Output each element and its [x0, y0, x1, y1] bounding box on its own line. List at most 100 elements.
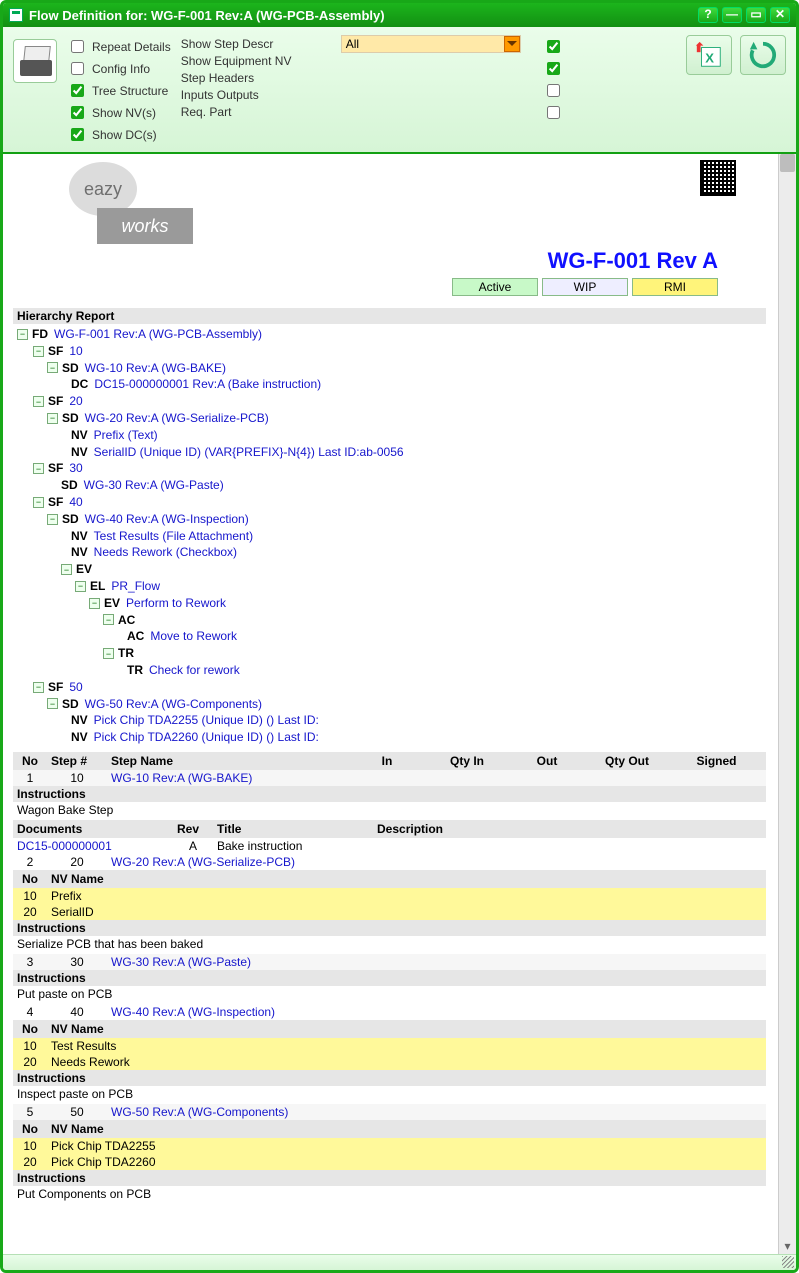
tree-link[interactable]: Pick Chip TDA2255 (Unique ID) () Last ID… — [94, 712, 319, 729]
minimize-button[interactable]: — — [722, 7, 742, 23]
tree-link[interactable]: WG-F-001 Rev:A (WG-PCB-Assembly) — [54, 326, 262, 343]
refresh-button[interactable] — [740, 35, 786, 75]
show-equipment-nv-checkbox[interactable] — [547, 62, 560, 75]
show-nvs-checkbox[interactable]: Show NV(s) — [67, 103, 171, 122]
tree-toggle[interactable]: − — [47, 413, 58, 424]
tree-link[interactable]: WG-30 Rev:A (WG-Paste) — [84, 477, 224, 494]
tree-link[interactable]: Move to Rework — [150, 628, 237, 645]
document-link[interactable]: DC15-000000001 — [17, 839, 112, 853]
tree-toggle[interactable]: − — [61, 564, 72, 575]
step-link[interactable]: WG-30 Rev:A (WG-Paste) — [111, 955, 251, 969]
nv-row: 10Prefix — [13, 888, 766, 904]
instructions-text: Inspect paste on PCB — [13, 1086, 766, 1104]
step-row: 550WG-50 Rev:A (WG-Components) — [13, 1104, 766, 1120]
logo: eazy works — [69, 162, 193, 244]
step-headers-checkbox[interactable] — [547, 84, 560, 97]
step-num: 40 — [47, 1005, 107, 1019]
instructions-header: Instructions — [13, 1070, 766, 1086]
inputs-outputs-label: Inputs Outputs — [181, 88, 331, 102]
step-link[interactable]: WG-40 Rev:A (WG-Inspection) — [111, 1005, 275, 1019]
tree-link[interactable]: WG-40 Rev:A (WG-Inspection) — [85, 511, 249, 528]
tree-link[interactable]: 20 — [69, 393, 82, 410]
scroll-thumb[interactable] — [780, 154, 795, 172]
nv-header: NoNV Name — [13, 870, 766, 888]
nv-row: 10Pick Chip TDA2255 — [13, 1138, 766, 1154]
scroll-down-icon[interactable]: ▾ — [779, 1238, 796, 1254]
step-no: 2 — [13, 855, 47, 869]
step-link[interactable]: WG-50 Rev:A (WG-Components) — [111, 1105, 288, 1119]
tree-link[interactable]: WG-10 Rev:A (WG-BAKE) — [85, 360, 226, 377]
options-column-1: Repeat Details Config Info Tree Structur… — [67, 35, 171, 144]
tree-toggle[interactable]: − — [47, 698, 58, 709]
tree-toggle[interactable]: − — [47, 362, 58, 373]
report-content: eazy works WG-F-001 Rev A Active WIP RMI… — [3, 154, 778, 1254]
tree-link[interactable]: Prefix (Text) — [94, 427, 158, 444]
tree-link[interactable]: Pick Chip TDA2260 (Unique ID) () Last ID… — [94, 729, 319, 746]
repeat-details-checkbox[interactable]: Repeat Details — [67, 37, 171, 56]
tree-structure-checkbox[interactable]: Tree Structure — [67, 81, 171, 100]
tree-toggle[interactable]: − — [89, 598, 100, 609]
steps-table-header: No Step # Step Name In Qty In Out Qty Ou… — [13, 752, 766, 770]
tree-toggle[interactable]: − — [33, 396, 44, 407]
vertical-scrollbar[interactable]: ▴ ▾ — [778, 154, 796, 1254]
tree-link[interactable]: 30 — [69, 460, 82, 477]
tree-toggle[interactable]: − — [33, 463, 44, 474]
restore-button[interactable]: ▭ — [746, 7, 766, 23]
step-row: 110WG-10 Rev:A (WG-BAKE) — [13, 770, 766, 786]
step-no: 5 — [13, 1105, 47, 1119]
help-button[interactable]: ? — [698, 7, 718, 23]
tree-link[interactable]: Perform to Rework — [126, 595, 226, 612]
tree-link[interactable]: WG-50 Rev:A (WG-Components) — [85, 696, 262, 713]
config-info-checkbox[interactable]: Config Info — [67, 59, 171, 78]
tree-link[interactable]: Needs Rework (Checkbox) — [94, 544, 237, 561]
qr-code-icon — [700, 160, 736, 196]
resize-grip[interactable] — [782, 1256, 794, 1268]
step-link[interactable]: WG-20 Rev:A (WG-Serialize-PCB) — [111, 855, 295, 869]
nv-header: NoNV Name — [13, 1120, 766, 1138]
step-link[interactable]: WG-10 Rev:A (WG-BAKE) — [111, 771, 252, 785]
app-icon — [9, 8, 23, 22]
inputs-outputs-checkbox[interactable] — [547, 106, 560, 119]
nv-row: 20Needs Rework — [13, 1054, 766, 1070]
tree-toggle[interactable]: − — [33, 346, 44, 357]
tree-link[interactable]: SerialID (Unique ID) (VAR{PREFIX}-N{4}) … — [94, 444, 404, 461]
tree-link[interactable]: DC15-000000001 Rev:A (Bake instruction) — [94, 376, 321, 393]
export-excel-button[interactable]: X — [686, 35, 732, 75]
tree-link[interactable]: PR_Flow — [111, 578, 160, 595]
show-equipment-nv-label: Show Equipment NV — [181, 54, 331, 68]
step-num: 30 — [47, 955, 107, 969]
tree-toggle[interactable]: − — [47, 514, 58, 525]
nv-row: 20Pick Chip TDA2260 — [13, 1154, 766, 1170]
req-part-filter-select[interactable]: All — [341, 35, 521, 53]
req-part-label: Req. Part — [181, 105, 331, 119]
tree-toggle[interactable]: − — [33, 682, 44, 693]
tree-link[interactable]: Check for rework — [149, 662, 240, 679]
nv-header: NoNV Name — [13, 1020, 766, 1038]
toolbar: Repeat Details Config Info Tree Structur… — [3, 27, 796, 154]
chevron-down-icon — [504, 36, 520, 52]
tree-toggle[interactable]: − — [33, 497, 44, 508]
tree-link[interactable]: 10 — [69, 343, 82, 360]
tree-link[interactable]: Test Results (File Attachment) — [94, 528, 253, 545]
tree-toggle[interactable]: − — [75, 581, 86, 592]
step-row: 330WG-30 Rev:A (WG-Paste) — [13, 954, 766, 970]
filter-value: All — [346, 37, 359, 51]
instructions-text: Wagon Bake Step — [13, 802, 766, 820]
tree-link[interactable]: 40 — [69, 494, 82, 511]
tree-link[interactable]: WG-20 Rev:A (WG-Serialize-PCB) — [85, 410, 269, 427]
show-dcs-checkbox[interactable]: Show DC(s) — [67, 125, 171, 144]
show-step-descr-checkbox[interactable] — [547, 40, 560, 53]
tree-link[interactable]: 50 — [69, 679, 82, 696]
tree-toggle[interactable]: − — [103, 614, 114, 625]
show-step-descr-label: Show Step Descr — [181, 37, 331, 51]
tree-toggle[interactable]: − — [103, 648, 114, 659]
tree-toggle[interactable]: − — [17, 329, 28, 340]
svg-text:X: X — [705, 51, 714, 66]
step-row: 440WG-40 Rev:A (WG-Inspection) — [13, 1004, 766, 1020]
instructions-header: Instructions — [13, 970, 766, 986]
step-num: 10 — [47, 771, 107, 785]
close-button[interactable]: ✕ — [770, 7, 790, 23]
hierarchy-tree: −FDWG-F-001 Rev:A (WG-PCB-Assembly) −SF1… — [13, 324, 766, 752]
print-button[interactable] — [13, 39, 57, 83]
status-bar — [3, 1254, 796, 1270]
